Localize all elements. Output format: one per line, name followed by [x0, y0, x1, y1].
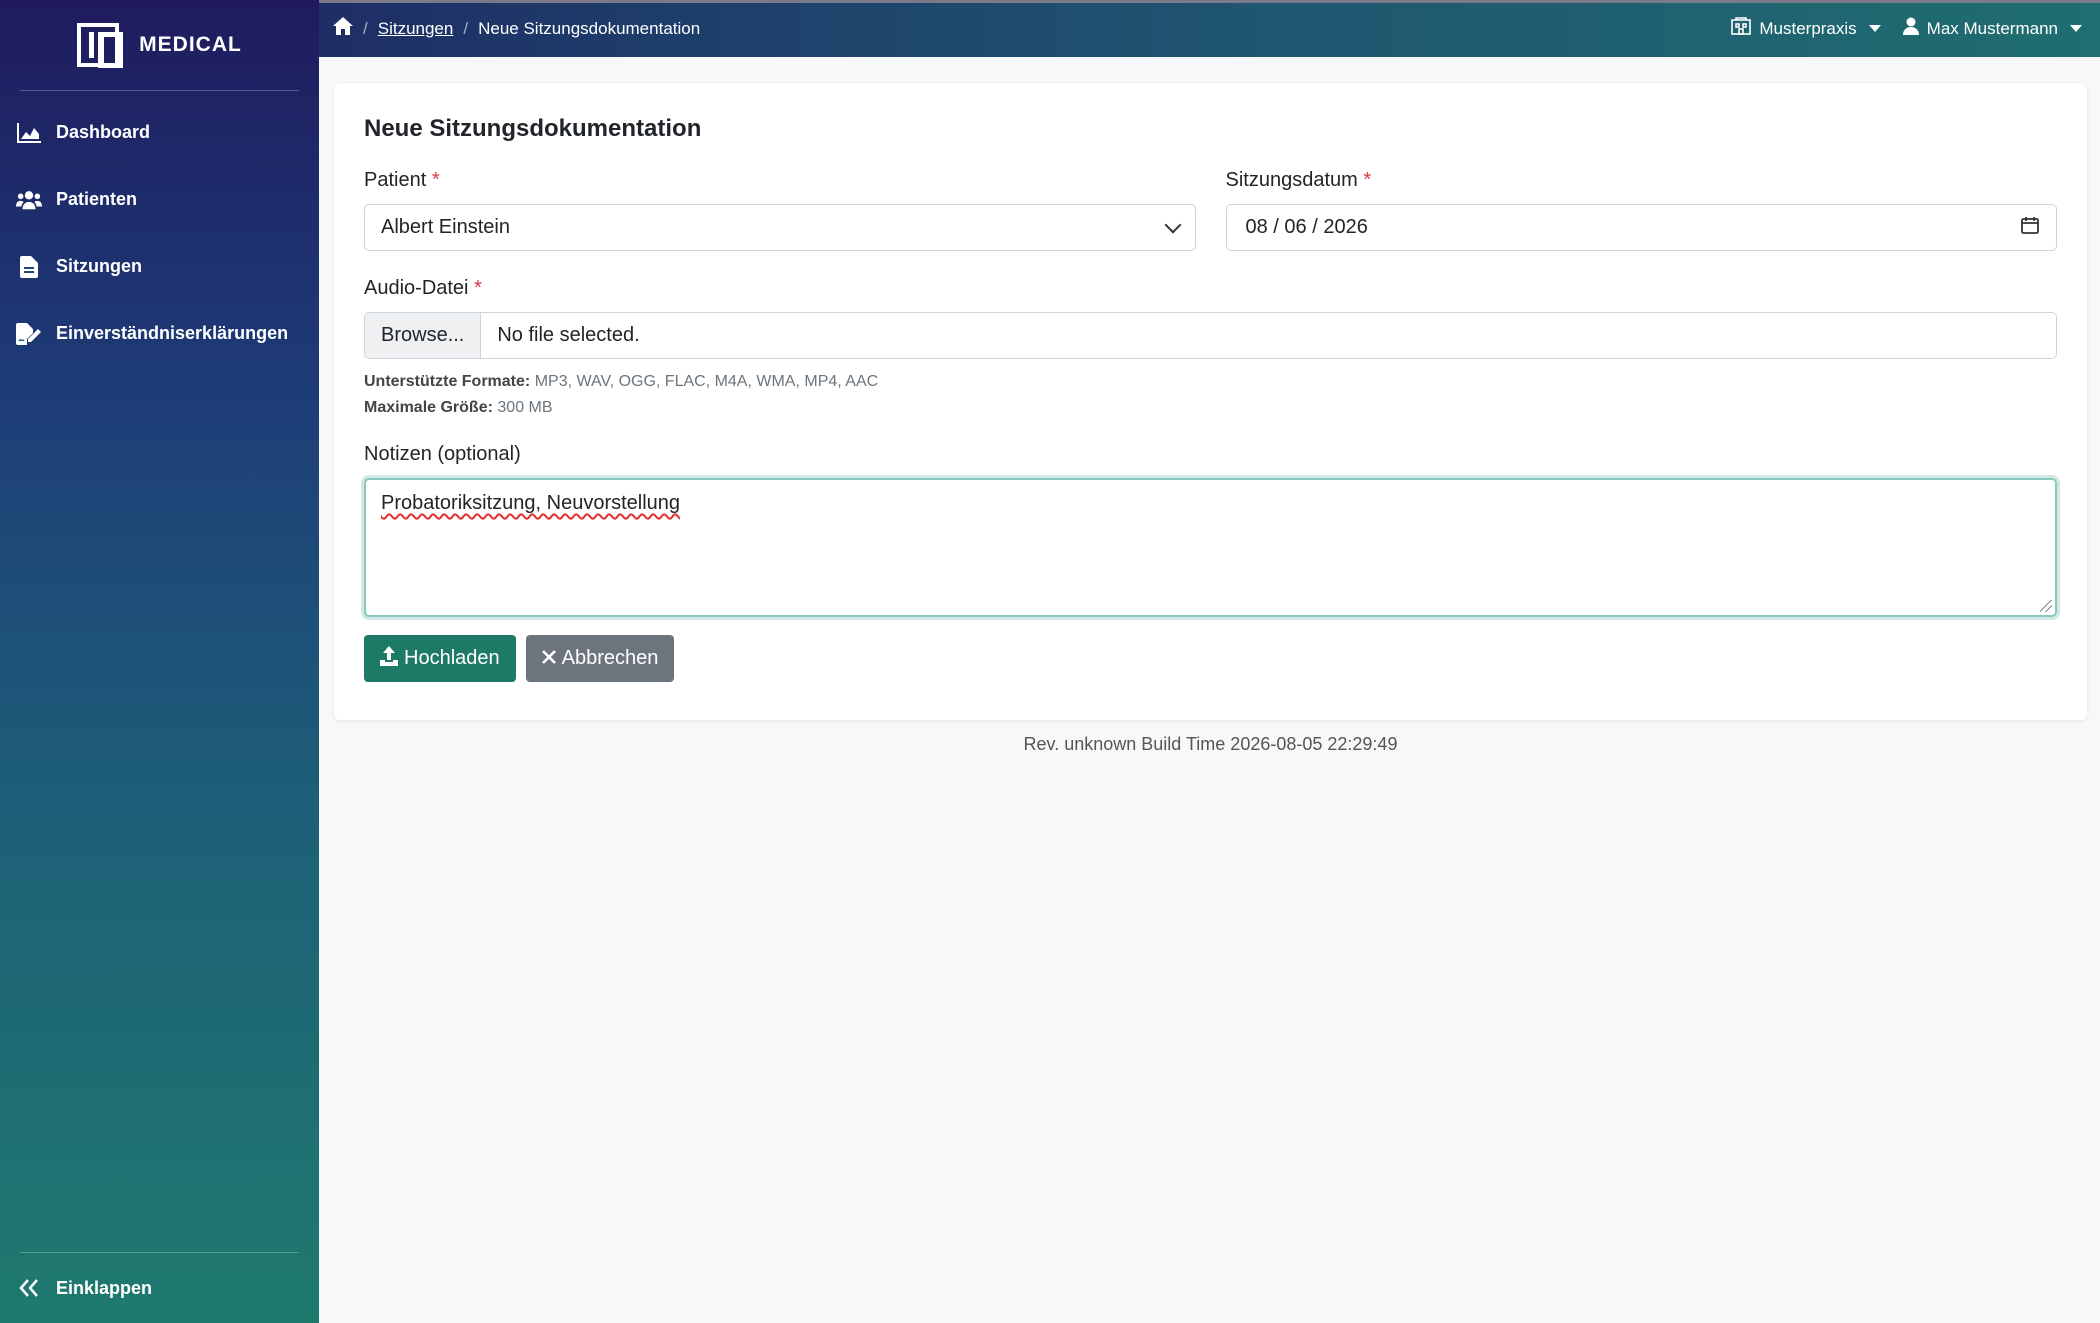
formats-line: Unterstützte Formate: MP3, WAV, OGG, FLA… [364, 373, 879, 390]
audio-field-group: Audio-Datei * Browse... No file selected… [364, 277, 2057, 421]
patient-field-group: Patient * Albert Einstein [364, 169, 1196, 251]
audio-file-input[interactable]: Browse... No file selected. [364, 312, 2057, 359]
date-label: Sitzungsdatum * [1225, 169, 1372, 191]
breadcrumb-separator: / [363, 18, 368, 38]
cancel-button[interactable]: Abbrechen [525, 635, 675, 682]
breadcrumb-current: Neue Sitzungsdokumentation [478, 18, 701, 38]
required-mark: * [1363, 169, 1372, 191]
date-input-value: 08 / 06 / 2026 [1245, 216, 1368, 238]
logo-icon [77, 23, 124, 68]
brand-name: MEDICAL [139, 33, 242, 56]
close-icon [541, 647, 556, 670]
user-icon [1902, 17, 1919, 40]
file-signature-icon [16, 322, 42, 346]
browse-button[interactable]: Browse... [365, 313, 482, 358]
form-actions: Hochladen Abbrechen [364, 635, 2057, 682]
resize-handle[interactable] [2040, 600, 2052, 612]
required-mark: * [474, 277, 482, 299]
sidebar-footer: Einklappen [0, 1252, 319, 1323]
required-mark: * [431, 169, 440, 191]
divider [20, 90, 299, 91]
build-info: Rev. unknown Build Time 2026-08-05 22:29… [1023, 734, 1398, 754]
angles-left-icon [16, 1276, 42, 1300]
notes-textarea[interactable]: Probatoriksitzung, Neuvorstellung [364, 478, 2057, 617]
sidebar-item-dashboard[interactable]: Dashboard [0, 99, 319, 166]
sidebar-item-sitzungen[interactable]: Sitzungen [0, 233, 319, 300]
notes-label: Notizen (optional) [364, 443, 521, 465]
topbar: / Sitzungen / Neue Sitzungsdokumentation… [319, 0, 2100, 57]
home-icon[interactable] [333, 17, 353, 40]
notes-field-group: Notizen (optional) Probatoriksitzung, Ne… [364, 443, 2057, 617]
calendar-icon[interactable] [2020, 215, 2040, 241]
cancel-label: Abbrechen [561, 647, 659, 669]
maxsize-line: Maximale Größe: 300 MB [364, 399, 553, 416]
sidebar-nav: Dashboard Patienten Sitzungen Einverstän… [0, 99, 319, 367]
form-row-patient-date: Patient * Albert Einstein Sitzungsdatum … [364, 169, 2057, 251]
sidebar-item-einverstaendnis[interactable]: Einverständniserklärungen [0, 300, 319, 367]
date-field-group: Sitzungsdatum * 08 / 06 / 2026 [1225, 169, 2057, 251]
upload-label: Hochladen [404, 647, 500, 669]
audio-help-text: Unterstützte Formate: MP3, WAV, OGG, FLA… [364, 369, 2057, 421]
collapse-label: Einklappen [56, 1277, 153, 1298]
building-icon [1731, 17, 1752, 40]
breadcrumb: / Sitzungen / Neue Sitzungsdokumentation [333, 17, 700, 40]
caret-down-icon [1868, 25, 1881, 32]
breadcrumb-separator: / [463, 18, 469, 38]
brand[interactable]: MEDICAL [0, 0, 319, 90]
practice-name: Musterpraxis [1759, 18, 1857, 38]
practice-dropdown[interactable]: Musterpraxis [1731, 17, 1881, 40]
notes-text: Probatoriksitzung, Neuvorstellung [381, 492, 681, 514]
collapse-button[interactable]: Einklappen [0, 1253, 319, 1323]
session-form-card: Neue Sitzungsdokumentation Patient * Alb… [334, 83, 2087, 720]
users-icon [16, 188, 42, 212]
user-name: Max Mustermann [1926, 18, 2058, 38]
chart-area-icon [16, 121, 42, 145]
audio-label: Audio-Datei * [364, 277, 482, 299]
patient-select-value: Albert Einstein [381, 216, 510, 238]
breadcrumb-link-sitzungen[interactable]: Sitzungen [378, 19, 454, 39]
chevron-down-icon [1164, 216, 1181, 233]
sidebar-item-label: Dashboard [56, 122, 151, 142]
sidebar-item-patienten[interactable]: Patienten [0, 166, 319, 233]
user-dropdown[interactable]: Max Mustermann [1902, 17, 2082, 40]
sidebar-item-label: Einverständniserklärungen [56, 323, 289, 343]
patient-select[interactable]: Albert Einstein [364, 204, 1196, 251]
date-input[interactable]: 08 / 06 / 2026 [1225, 204, 2057, 251]
topbar-right: Musterpraxis Max Mustermann [1731, 17, 2082, 40]
caret-down-icon [2070, 25, 2082, 32]
sidebar-item-label: Sitzungen [56, 256, 142, 276]
file-icon [16, 255, 42, 279]
upload-icon [380, 645, 398, 672]
sidebar-item-label: Patienten [56, 189, 138, 209]
sidebar: MEDICAL Dashboard Patienten Sitzungen Ei [0, 0, 319, 1323]
topbar-border [319, 0, 2100, 3]
page-title: Neue Sitzungsdokumentation [364, 115, 702, 142]
file-status: No file selected. [497, 324, 640, 346]
upload-button[interactable]: Hochladen [364, 635, 516, 682]
patient-label: Patient * [364, 169, 440, 191]
